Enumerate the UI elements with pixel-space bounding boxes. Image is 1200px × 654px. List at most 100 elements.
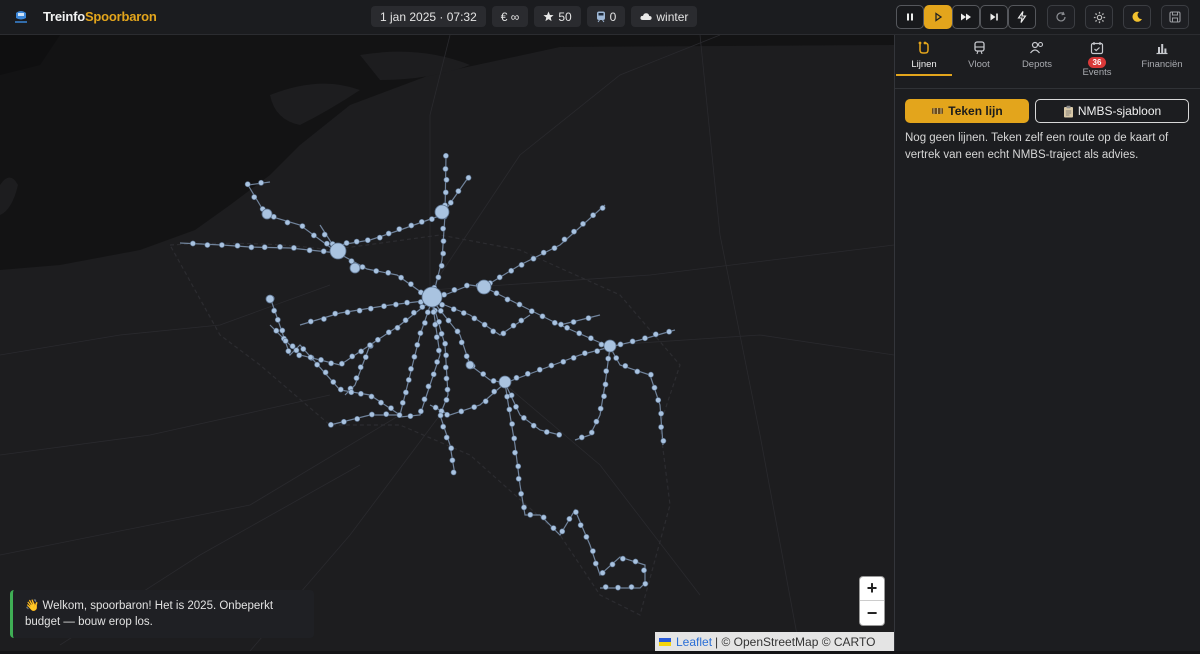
hub-station-marker[interactable] bbox=[265, 294, 275, 304]
station-marker[interactable] bbox=[540, 514, 547, 521]
station-marker[interactable] bbox=[615, 584, 621, 591]
station-marker[interactable] bbox=[509, 421, 515, 427]
station-marker[interactable] bbox=[300, 346, 307, 352]
station-marker[interactable] bbox=[258, 179, 264, 186]
station-marker[interactable] bbox=[442, 364, 449, 371]
station-marker[interactable] bbox=[504, 393, 510, 400]
station-marker[interactable] bbox=[471, 404, 478, 410]
station-marker[interactable] bbox=[634, 368, 641, 375]
station-marker[interactable] bbox=[421, 396, 428, 403]
station-marker[interactable] bbox=[482, 398, 489, 405]
station-marker[interactable] bbox=[437, 412, 444, 419]
station-marker[interactable] bbox=[428, 216, 435, 222]
station-marker[interactable] bbox=[518, 490, 524, 497]
station-marker[interactable] bbox=[332, 310, 339, 317]
station-marker[interactable] bbox=[445, 317, 452, 324]
station-marker[interactable] bbox=[419, 304, 426, 310]
station-marker[interactable] bbox=[451, 286, 458, 293]
station-marker[interactable] bbox=[432, 321, 439, 328]
station-marker[interactable] bbox=[244, 181, 251, 188]
station-marker[interactable] bbox=[493, 290, 500, 297]
station-marker[interactable] bbox=[450, 306, 457, 313]
station-marker[interactable] bbox=[602, 381, 609, 388]
hub-station-marker[interactable] bbox=[261, 208, 273, 220]
station-marker[interactable] bbox=[402, 389, 409, 396]
tab-events[interactable]: 36 Events bbox=[1069, 41, 1125, 85]
station-marker[interactable] bbox=[588, 335, 594, 342]
station-marker[interactable] bbox=[442, 165, 449, 172]
station-marker[interactable] bbox=[405, 376, 412, 383]
station-marker[interactable] bbox=[463, 282, 470, 289]
station-marker[interactable] bbox=[666, 328, 672, 335]
station-marker[interactable] bbox=[330, 379, 337, 385]
station-marker[interactable] bbox=[418, 218, 425, 225]
station-marker[interactable] bbox=[551, 319, 558, 326]
hub-station-marker[interactable] bbox=[329, 242, 347, 260]
station-marker[interactable] bbox=[632, 558, 639, 565]
station-marker[interactable] bbox=[396, 226, 403, 232]
station-marker[interactable] bbox=[440, 238, 447, 244]
station-marker[interactable] bbox=[582, 350, 588, 357]
station-marker[interactable] bbox=[357, 364, 364, 371]
station-marker[interactable] bbox=[290, 244, 297, 251]
station-marker[interactable] bbox=[343, 240, 350, 246]
station-marker[interactable] bbox=[314, 361, 320, 368]
station-marker[interactable] bbox=[385, 269, 392, 276]
station-marker[interactable] bbox=[447, 199, 454, 206]
station-marker[interactable] bbox=[599, 570, 606, 576]
station-marker[interactable] bbox=[577, 522, 584, 528]
fast-forward-button[interactable] bbox=[952, 5, 980, 29]
station-marker[interactable] bbox=[320, 316, 327, 322]
station-marker[interactable] bbox=[407, 413, 414, 419]
station-marker[interactable] bbox=[440, 423, 447, 430]
station-marker[interactable] bbox=[496, 274, 503, 281]
station-marker[interactable] bbox=[430, 309, 437, 315]
station-marker[interactable] bbox=[396, 412, 403, 418]
station-marker[interactable] bbox=[521, 414, 527, 421]
station-marker[interactable] bbox=[558, 321, 564, 328]
station-marker[interactable] bbox=[271, 307, 277, 314]
station-marker[interactable] bbox=[321, 231, 328, 238]
hub-station-marker[interactable] bbox=[603, 339, 617, 353]
reset-button[interactable] bbox=[1047, 5, 1075, 29]
station-marker[interactable] bbox=[274, 316, 281, 323]
station-marker[interactable] bbox=[368, 411, 375, 418]
station-marker[interactable] bbox=[652, 331, 659, 338]
station-marker[interactable] bbox=[628, 584, 635, 590]
station-marker[interactable] bbox=[251, 194, 258, 200]
hub-station-marker[interactable] bbox=[421, 286, 443, 308]
station-marker[interactable] bbox=[282, 337, 289, 344]
turbo-button[interactable] bbox=[1008, 5, 1036, 29]
station-marker[interactable] bbox=[327, 421, 334, 428]
station-marker[interactable] bbox=[374, 336, 381, 343]
station-marker[interactable] bbox=[362, 354, 369, 360]
station-marker[interactable] bbox=[385, 329, 392, 336]
station-marker[interactable] bbox=[394, 324, 401, 331]
station-marker[interactable] bbox=[373, 268, 380, 274]
station-marker[interactable] bbox=[353, 238, 360, 245]
station-marker[interactable] bbox=[402, 317, 409, 324]
station-marker[interactable] bbox=[421, 319, 428, 326]
station-marker[interactable] bbox=[511, 435, 518, 442]
station-marker[interactable] bbox=[518, 317, 525, 324]
station-marker[interactable] bbox=[521, 504, 527, 511]
station-marker[interactable] bbox=[289, 343, 296, 350]
station-marker[interactable] bbox=[442, 189, 449, 196]
station-marker[interactable] bbox=[367, 342, 373, 348]
station-marker[interactable] bbox=[463, 353, 470, 360]
station-marker[interactable] bbox=[513, 374, 520, 381]
station-marker[interactable] bbox=[548, 362, 555, 369]
station-marker[interactable] bbox=[651, 384, 658, 391]
station-marker[interactable] bbox=[440, 250, 447, 257]
pause-button[interactable] bbox=[896, 5, 924, 29]
station-marker[interactable] bbox=[512, 449, 518, 456]
station-marker[interactable] bbox=[443, 396, 450, 403]
hub-station-marker[interactable] bbox=[349, 262, 361, 274]
station-marker[interactable] bbox=[515, 475, 522, 482]
station-marker[interactable] bbox=[443, 176, 450, 183]
leaflet-link[interactable]: Leaflet bbox=[676, 635, 712, 649]
station-marker[interactable] bbox=[516, 301, 523, 308]
station-marker[interactable] bbox=[338, 360, 345, 367]
station-marker[interactable] bbox=[556, 431, 563, 438]
station-marker[interactable] bbox=[407, 281, 414, 287]
